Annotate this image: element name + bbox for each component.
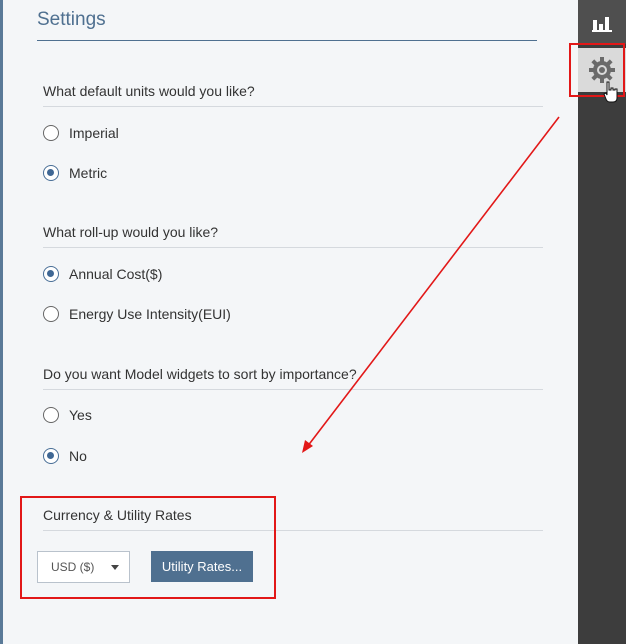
hand-cursor-icon bbox=[603, 81, 618, 103]
radio-circle[interactable] bbox=[43, 407, 59, 423]
sort-divider bbox=[43, 389, 543, 390]
right-icon-rail bbox=[569, 0, 626, 644]
settings-panel: Settings What default units would you li… bbox=[3, 0, 578, 644]
radio-metric[interactable]: Metric bbox=[43, 163, 107, 183]
radio-circle[interactable] bbox=[43, 448, 59, 464]
page-title: Settings bbox=[37, 9, 106, 30]
radio-label: Metric bbox=[69, 165, 108, 181]
units-question: What default units would you like? bbox=[43, 83, 255, 99]
radio-circle[interactable] bbox=[43, 165, 59, 181]
radio-label: Imperial bbox=[69, 125, 119, 141]
radio-yes[interactable]: Yes bbox=[43, 405, 92, 425]
radio-label: Yes bbox=[69, 407, 92, 423]
sort-question: Do you want Model widgets to sort by imp… bbox=[43, 366, 357, 382]
currency-highlight-box bbox=[20, 496, 276, 599]
title-divider bbox=[37, 40, 537, 41]
bar-chart-icon bbox=[592, 17, 612, 32]
radio-circle[interactable] bbox=[43, 266, 59, 282]
radio-label: Annual Cost($) bbox=[69, 266, 163, 282]
radio-no[interactable]: No bbox=[43, 446, 87, 466]
chart-panel-button[interactable] bbox=[578, 0, 626, 44]
units-divider bbox=[43, 106, 543, 107]
radio-eui[interactable]: Energy Use Intensity(EUI) bbox=[43, 304, 231, 324]
rollup-question: What roll-up would you like? bbox=[43, 224, 219, 240]
radio-circle[interactable] bbox=[43, 306, 59, 322]
radio-label: Energy Use Intensity(EUI) bbox=[69, 306, 231, 322]
radio-circle[interactable] bbox=[43, 125, 59, 141]
rollup-divider bbox=[43, 247, 543, 248]
radio-annual-cost[interactable]: Annual Cost($) bbox=[43, 264, 162, 284]
radio-label: No bbox=[69, 448, 87, 464]
radio-imperial[interactable]: Imperial bbox=[43, 123, 119, 143]
